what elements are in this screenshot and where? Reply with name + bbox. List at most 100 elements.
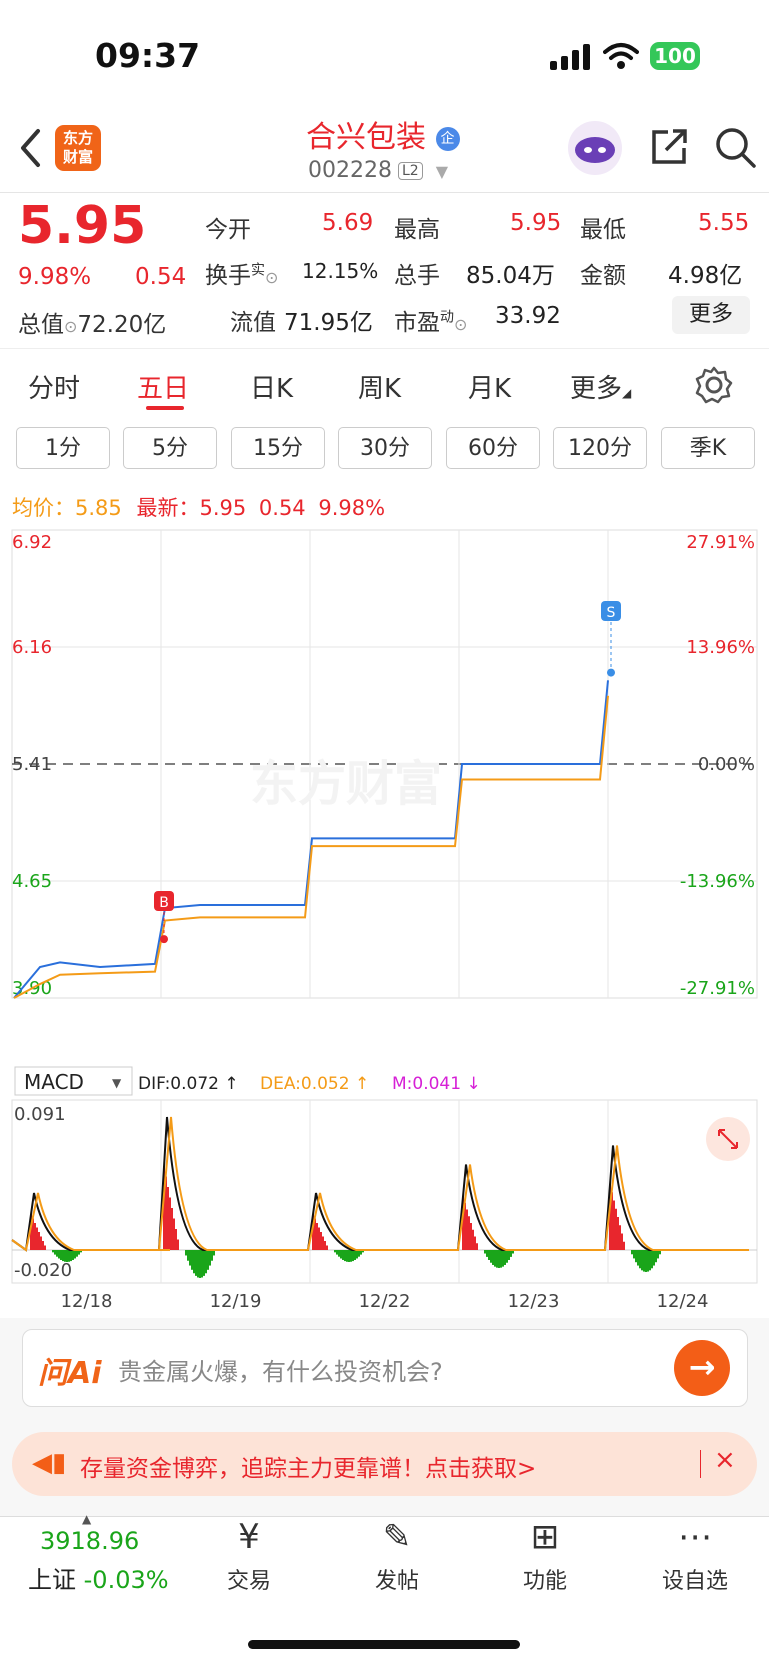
active-tab-indicator [146, 406, 184, 410]
five-day-chart[interactable]: 东方财富 6.926.165.414.653.9027.91%13.96%0.0… [0, 525, 769, 1315]
dea-line [11, 1116, 749, 1252]
send-arrow-button[interactable]: → [674, 1340, 730, 1396]
search-icon[interactable] [714, 126, 758, 170]
tab-five-day[interactable]: 五日 [137, 368, 189, 405]
open-value: 5.69 [322, 210, 374, 236]
macd-bar-negative [68, 1250, 70, 1262]
macd-bar-negative [336, 1250, 338, 1255]
pe-label: 市盈动⊙ [394, 309, 468, 336]
index-summary[interactable]: 上证 -0.03% [28, 1560, 169, 1595]
interval-season-k[interactable]: 季K [661, 427, 755, 469]
share-icon[interactable] [648, 126, 690, 168]
macd-bar-positive [619, 1225, 621, 1250]
macd-bar-negative [502, 1250, 504, 1267]
market-cap: 总值⊙72.20亿 [18, 312, 167, 338]
macd-bar-negative [639, 1250, 641, 1269]
macd-bar-negative [356, 1250, 358, 1259]
macd-bar-positive [177, 1239, 179, 1250]
macd-bar-negative [641, 1250, 643, 1271]
macd-bar-negative [657, 1250, 659, 1259]
volume-label: 总手 [394, 263, 440, 289]
macd-bar-positive [175, 1229, 177, 1250]
chevron-up-icon[interactable]: ▲ [82, 1512, 91, 1526]
macd-bar-negative [354, 1250, 356, 1260]
nav-functions[interactable]: ⊞ 功能 [490, 1515, 600, 1595]
divider [700, 1450, 701, 1478]
interval-5min[interactable]: 5分 [123, 427, 217, 469]
settings-gear-icon[interactable] [694, 365, 734, 405]
change-amount: 0.54 [135, 264, 187, 290]
nav-post[interactable]: ✎ 发帖 [342, 1515, 452, 1595]
stock-code[interactable]: 002228 L2 ▼ [308, 158, 448, 183]
tab-monthly-k[interactable]: 月K [468, 368, 511, 405]
macd-bar-negative [643, 1250, 645, 1272]
dif-label: DIF:0.072 ↑ [138, 1074, 239, 1094]
tab-intraday[interactable]: 分时 [28, 368, 80, 405]
macd-bar-negative [484, 1250, 486, 1254]
turnover-value: 12.15% [302, 259, 379, 283]
macd-bar-positive [623, 1241, 625, 1250]
chevron-down-icon: ▼ [112, 1076, 122, 1090]
macd-bar-negative [647, 1250, 649, 1272]
interval-30min[interactable]: 30分 [338, 427, 432, 469]
macd-bar-positive [169, 1197, 171, 1250]
y-tick-right: 0.00% [698, 754, 755, 775]
ai-input-placeholder[interactable]: 贵金属火爆，有什么投资机会? [118, 1352, 443, 1387]
interval-120min[interactable]: 120分 [553, 427, 647, 469]
tab-more[interactable]: 更多◢ [570, 368, 631, 405]
float-label: 流值 [230, 310, 276, 336]
x-tick-label: 12/24 [657, 1291, 709, 1312]
macd-bar-positive [617, 1217, 619, 1250]
promo-text[interactable]: 存量资金博弈，追踪主力更靠谱！点击获取> [80, 1449, 536, 1483]
robot-assistant-icon[interactable] [566, 120, 624, 176]
macd-bar-positive [470, 1223, 472, 1250]
macd-bar-negative [488, 1250, 490, 1261]
nav-trade[interactable]: ¥ 交易 [194, 1515, 304, 1595]
tab-daily-k[interactable]: 日K [250, 368, 293, 405]
y-tick-right: -27.91% [680, 978, 755, 999]
more-quote-button[interactable]: 更多 [672, 296, 750, 334]
macd-bar-positive [468, 1216, 470, 1250]
close-icon[interactable]: × [714, 1445, 736, 1475]
macd-bar-negative [508, 1250, 510, 1261]
macd-bar-positive [44, 1245, 46, 1250]
macd-bar-negative [62, 1250, 64, 1262]
macd-bar-positive [472, 1229, 474, 1250]
stock-name[interactable]: 合兴包装 企 [306, 112, 460, 156]
dif-line [11, 1116, 749, 1252]
macd-bar-negative [70, 1250, 72, 1262]
x-tick-label: 12/19 [210, 1291, 262, 1312]
interval-1min[interactable]: 1分 [16, 427, 110, 469]
macd-bar-positive [326, 1245, 328, 1250]
macd-bar-negative [340, 1250, 342, 1259]
y-tick-left: 4.65 [12, 871, 52, 892]
macd-bar-positive [42, 1241, 44, 1250]
macd-bar-negative [54, 1250, 56, 1255]
macd-bar-negative [631, 1250, 633, 1255]
index-value[interactable]: 3918.96 [40, 1527, 139, 1555]
macd-bar-positive [320, 1232, 322, 1250]
y-tick-left: 6.16 [12, 637, 52, 658]
macd-bar-positive [476, 1243, 478, 1250]
macd-bar-positive [466, 1209, 468, 1250]
macd-bar-negative [66, 1250, 68, 1262]
macd-bar-negative [498, 1250, 500, 1268]
macd-bar-negative [187, 1250, 189, 1261]
interval-15min[interactable]: 15分 [231, 427, 325, 469]
chart-legend: 均价：5.85 最新：5.95 0.54 9.98% [12, 496, 386, 520]
y-tick-right: -13.96% [680, 871, 755, 892]
macd-bar-positive [173, 1218, 175, 1250]
back-arrow-icon[interactable] [18, 128, 44, 168]
macd-bar-negative [185, 1250, 187, 1256]
macd-bar-negative [496, 1250, 498, 1268]
interval-60min[interactable]: 60分 [446, 427, 540, 469]
divider [0, 192, 769, 193]
change-percent: 9.98% [18, 264, 92, 290]
sell-point [607, 668, 615, 677]
high-value: 5.95 [510, 210, 562, 236]
macd-bar-positive [38, 1232, 40, 1250]
nav-add-watchlist[interactable]: ⋯ 设自选 [640, 1515, 750, 1595]
tab-weekly-k[interactable]: 周K [358, 368, 401, 405]
macd-bar-negative [211, 1250, 213, 1261]
more-dots-icon: ⋯ [678, 1517, 712, 1557]
